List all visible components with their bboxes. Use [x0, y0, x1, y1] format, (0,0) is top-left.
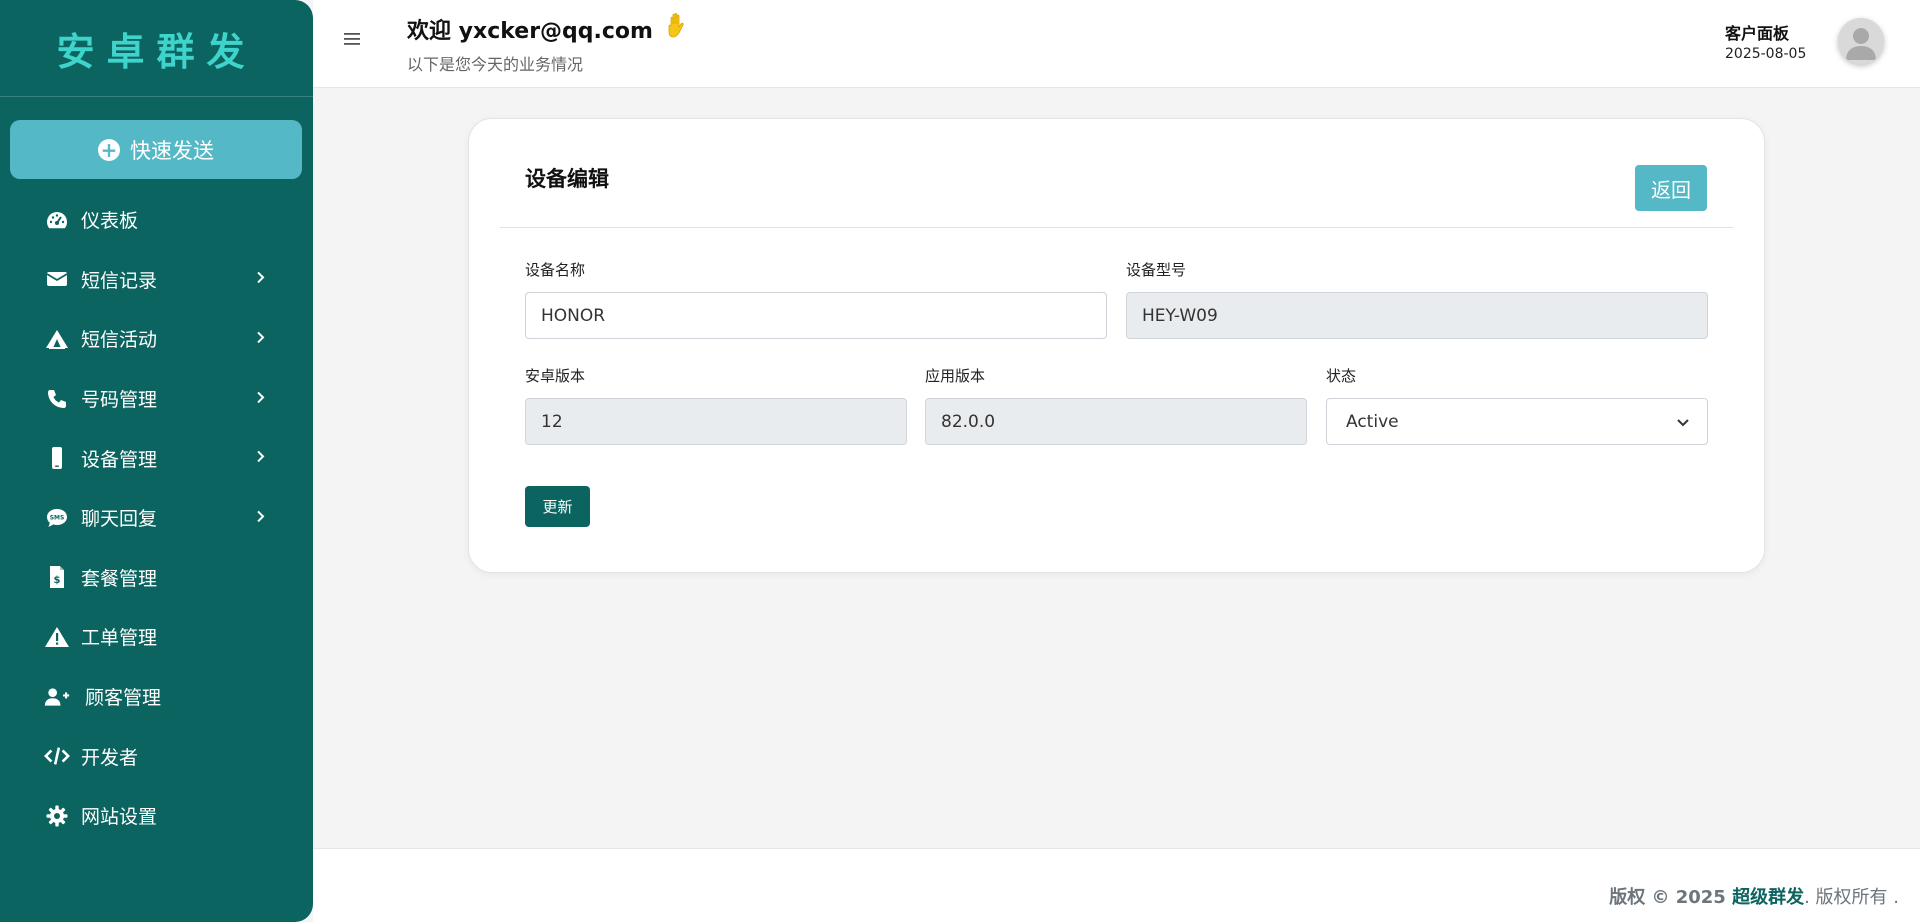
status-selected-value: Active: [1346, 411, 1399, 432]
envelope-icon: [44, 266, 70, 292]
code-icon: [44, 743, 70, 769]
sidebar-item-label: 聊天回复: [81, 508, 158, 531]
plus-circle-icon: +: [98, 138, 120, 161]
brand-logo-text[interactable]: 安卓群发: [56, 21, 256, 76]
sidebar-item-label: 套餐管理: [81, 567, 158, 590]
campaign-tent-icon: [44, 326, 70, 352]
sidebar-item-label: 仪表板: [81, 210, 139, 233]
android-version-input[interactable]: 12: [525, 398, 907, 445]
warning-triangle-icon: [44, 624, 70, 650]
back-button[interactable]: 返回: [1635, 165, 1707, 211]
top-header: 欢迎 yxcker@qq.com 以下是您今天的业务情况 客户面板 2025-0…: [313, 0, 1920, 88]
chevron-right-icon: [253, 329, 269, 345]
current-date: 2025-08-05: [1725, 46, 1807, 62]
chevron-right-icon: [253, 449, 269, 465]
sidebar-item-site-settings[interactable]: 网站设置: [0, 786, 313, 846]
android-version-value: 12: [541, 411, 563, 432]
footer: 版权 © 2025 超级群发. 版权所有 .: [313, 848, 1920, 922]
welcome-text: 欢迎 yxcker@qq.com: [407, 19, 653, 44]
copyright-suffix: . 版权所有 .: [1804, 887, 1899, 908]
dashboard-gauge-icon: [44, 207, 70, 233]
sidebar-item-customer-management[interactable]: 顾客管理: [0, 667, 313, 727]
copyright-text: 版权 © 2025 超级群发. 版权所有 .: [1609, 883, 1899, 909]
app-version-value: 82.0.0: [941, 411, 996, 432]
sidebar-item-developer[interactable]: 开发者: [0, 726, 313, 786]
sidebar-nav: 仪表板 短信记录 短信活动 号码管理 设备管理 SMS 聊天回复 $ 套餐管理 …: [0, 190, 313, 846]
waving-hand-icon: [665, 12, 689, 46]
device-model-label: 设备型号: [1126, 261, 1187, 279]
hamburger-menu-icon[interactable]: [339, 26, 365, 52]
status-label: 状态: [1326, 367, 1357, 385]
sms-chat-icon: SMS: [44, 505, 70, 531]
sidebar-item-dashboard[interactable]: 仪表板: [0, 190, 313, 250]
update-button[interactable]: 更新: [525, 486, 590, 527]
chevron-right-icon: [253, 270, 269, 286]
sidebar-item-plan-management[interactable]: $ 套餐管理: [0, 548, 313, 608]
device-model-input[interactable]: HEY-W09: [1126, 292, 1708, 339]
device-name-value: HONOR: [541, 305, 606, 326]
sidebar-item-label: 网站设置: [81, 806, 158, 829]
svg-text:SMS: SMS: [50, 514, 65, 521]
page-title: 设备编辑: [525, 167, 609, 191]
quick-send-label: 快速发送: [130, 138, 214, 163]
sidebar-item-label: 短信活动: [81, 329, 158, 352]
sidebar-item-label: 短信记录: [81, 269, 158, 292]
chevron-down-icon: [1677, 412, 1689, 432]
quick-send-button[interactable]: + 快速发送: [10, 120, 302, 179]
user-plus-icon: [44, 684, 70, 710]
device-model-value: HEY-W09: [1142, 305, 1218, 326]
avatar[interactable]: [1838, 18, 1884, 64]
sidebar-item-label: 号码管理: [81, 389, 158, 412]
copyright-prefix: 版权 © 2025: [1609, 887, 1733, 908]
sidebar-item-label: 顾客管理: [85, 687, 162, 710]
device-edit-card: 设备编辑 返回 设备名称 HONOR 设备型号 HEY-W09 安卓版本 12 …: [468, 118, 1765, 573]
sidebar-item-label: 开发者: [81, 746, 139, 769]
sidebar-item-chat-reply[interactable]: SMS 聊天回复: [0, 488, 313, 548]
welcome-subtitle: 以下是您今天的业务情况: [407, 55, 584, 74]
invoice-dollar-icon: $: [44, 564, 70, 590]
device-name-label: 设备名称: [525, 261, 586, 279]
chevron-right-icon: [253, 508, 269, 524]
sidebar: 安卓群发 + 快速发送 仪表板 短信记录 短信活动 号码管理 设备管理 SMS …: [0, 0, 313, 922]
sidebar-item-sms-records[interactable]: 短信记录: [0, 250, 313, 310]
app-version-input[interactable]: 82.0.0: [925, 398, 1307, 445]
sidebar-item-device-management[interactable]: 设备管理: [0, 428, 313, 488]
app-version-label: 应用版本: [925, 367, 986, 385]
svg-text:$: $: [54, 575, 61, 586]
sidebar-item-number-management[interactable]: 号码管理: [0, 369, 313, 429]
phone-icon: [44, 386, 70, 412]
mobile-device-icon: [44, 445, 70, 471]
customer-panel-label: 客户面板: [1725, 24, 1790, 43]
android-version-label: 安卓版本: [525, 367, 586, 385]
brand-header: 安卓群发: [0, 0, 313, 97]
card-divider: [500, 227, 1734, 228]
sidebar-item-ticket-management[interactable]: 工单管理: [0, 607, 313, 667]
sidebar-item-sms-campaigns[interactable]: 短信活动: [0, 309, 313, 369]
sidebar-item-label: 工单管理: [81, 627, 158, 650]
device-name-input[interactable]: HONOR: [525, 292, 1107, 339]
sidebar-item-label: 设备管理: [81, 448, 158, 471]
footer-brand-link[interactable]: 超级群发: [1732, 887, 1804, 908]
chevron-right-icon: [253, 389, 269, 405]
status-select[interactable]: Active: [1326, 398, 1708, 445]
gear-icon: [44, 803, 70, 829]
welcome-heading: 欢迎 yxcker@qq.com: [407, 12, 689, 46]
